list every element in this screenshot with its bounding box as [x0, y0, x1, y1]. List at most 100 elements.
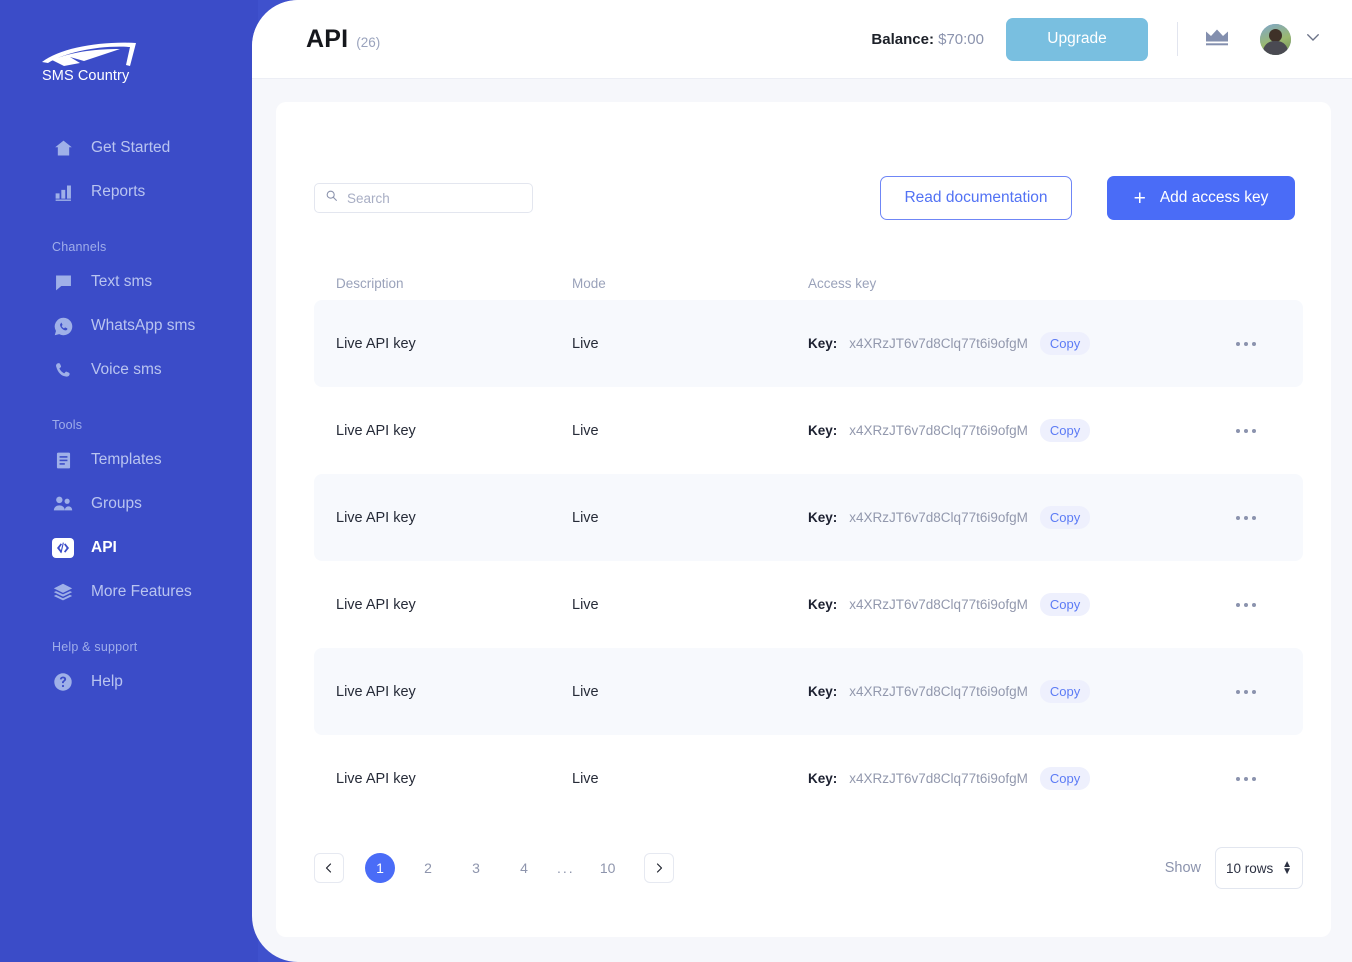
toolbar: Read documentation + Add access key [314, 176, 1295, 220]
sidebar-item-groups[interactable]: Groups [0, 482, 244, 526]
user-avatar[interactable] [1260, 23, 1291, 55]
balance-label: Balance: [871, 30, 934, 48]
plus-icon: + [1133, 186, 1146, 210]
cell-access-key: Key: x4XRzJT6v7d8Clq77t6i9ofgM Copy [808, 767, 1211, 790]
table-row[interactable]: Live API key Live Key: x4XRzJT6v7d8Clq77… [314, 474, 1303, 561]
pagination-page-3[interactable]: 3 [461, 853, 491, 883]
sidebar-item-voice-sms[interactable]: Voice sms [0, 348, 244, 392]
cell-access-key: Key: x4XRzJT6v7d8Clq77t6i9ofgM Copy [808, 506, 1211, 529]
row-actions [1211, 771, 1281, 787]
people-icon [52, 493, 74, 515]
table-row[interactable]: Live API key Live Key: x4XRzJT6v7d8Clq77… [314, 561, 1303, 648]
sidebar-item-api[interactable]: API [0, 526, 244, 570]
ellipsis-icon[interactable] [1230, 597, 1262, 613]
pagination-page-2[interactable]: 2 [413, 853, 443, 883]
sidebar-label: Groups [91, 495, 142, 512]
key-value: x4XRzJT6v7d8Clq77t6i9ofgM [849, 510, 1028, 525]
balance-value: $70:00 [938, 30, 984, 48]
layers-icon [52, 581, 74, 603]
cell-access-key: Key: x4XRzJT6v7d8Clq77t6i9ofgM Copy [808, 680, 1211, 703]
sidebar-item-more-features[interactable]: More Features [0, 570, 244, 614]
rows-per-page-value: 10 rows [1226, 860, 1274, 876]
search-box[interactable] [314, 183, 533, 213]
chevron-right-icon [656, 863, 662, 873]
pagination-ellipsis: ... [557, 860, 575, 876]
sidebar-label: Voice sms [91, 361, 162, 378]
phone-icon [52, 359, 74, 381]
row-actions [1211, 684, 1281, 700]
ellipsis-icon[interactable] [1230, 684, 1262, 700]
search-input[interactable] [347, 190, 524, 206]
crown-icon[interactable] [1204, 27, 1230, 52]
cell-access-key: Key: x4XRzJT6v7d8Clq77t6i9ofgM Copy [808, 593, 1211, 616]
cell-mode: Live [572, 770, 599, 787]
table-header-row: Description Mode Access key [314, 266, 1303, 300]
read-documentation-button[interactable]: Read documentation [880, 176, 1072, 220]
row-actions [1211, 597, 1281, 613]
document-icon [52, 449, 74, 471]
cell-description: Live API key [336, 770, 416, 787]
sidebar-item-reports[interactable]: Reports [0, 170, 244, 214]
sidebar-item-templates[interactable]: Templates [0, 438, 244, 482]
code-brackets-icon [52, 537, 74, 559]
sidebar-item-get-started[interactable]: Get Started [0, 126, 244, 170]
ellipsis-icon[interactable] [1230, 771, 1262, 787]
sidebar-item-whatsapp-sms[interactable]: WhatsApp sms [0, 304, 244, 348]
chevron-down-icon[interactable] [1304, 28, 1322, 51]
column-header-description: Description [336, 275, 404, 291]
table-row[interactable]: Live API key Live Key: x4XRzJT6v7d8Clq77… [314, 387, 1303, 474]
brand-logo[interactable]: SMS Country [40, 40, 150, 92]
pagination: 1 2 3 4 ... 10 [314, 853, 674, 883]
pagination-page-4[interactable]: 4 [509, 853, 539, 883]
copy-key-button[interactable]: Copy [1039, 419, 1091, 442]
pagination-page-10[interactable]: 10 [593, 853, 623, 883]
rows-per-page-select[interactable]: 10 rows ▲ ▼ [1215, 847, 1303, 889]
cell-description: Live API key [336, 422, 416, 439]
key-prefix-label: Key: [808, 336, 838, 351]
cell-description: Live API key [336, 596, 416, 613]
upgrade-button[interactable]: Upgrade [1006, 17, 1148, 61]
cell-mode: Live [572, 683, 599, 700]
ellipsis-icon[interactable] [1230, 423, 1262, 439]
show-label: Show [1164, 860, 1201, 876]
copy-key-button[interactable]: Copy [1039, 767, 1091, 790]
row-actions [1211, 336, 1281, 352]
pagination-next-button[interactable] [643, 853, 674, 883]
chevron-left-icon [325, 863, 332, 873]
row-actions [1211, 423, 1281, 439]
brand-name: SMS Country [42, 68, 130, 84]
copy-key-button[interactable]: Copy [1039, 680, 1091, 703]
add-access-key-label: Add access key [1159, 189, 1269, 206]
api-keys-table: Description Mode Access key Live API key… [314, 266, 1303, 822]
pagination-prev-button[interactable] [314, 853, 344, 883]
cell-mode: Live [572, 335, 599, 352]
page-item-count: (26) [356, 34, 381, 50]
sidebar-item-help[interactable]: Help [0, 660, 244, 704]
cell-access-key: Key: x4XRzJT6v7d8Clq77t6i9ofgM Copy [808, 419, 1211, 442]
ellipsis-icon[interactable] [1230, 336, 1262, 352]
add-access-key-button[interactable]: + Add access key [1107, 176, 1295, 220]
table-row[interactable]: Live API key Live Key: x4XRzJT6v7d8Clq77… [314, 735, 1303, 822]
copy-key-button[interactable]: Copy [1039, 332, 1091, 355]
sidebar-label: Get Started [91, 139, 171, 156]
sidebar-label: WhatsApp sms [91, 317, 196, 334]
cell-mode: Live [572, 509, 599, 526]
cell-description: Live API key [336, 509, 416, 526]
sidebar-item-text-sms[interactable]: Text sms [0, 260, 244, 304]
column-header-access-key: Access key [808, 275, 877, 291]
up-down-stepper-icon[interactable]: ▲ ▼ [1282, 860, 1292, 877]
key-prefix-label: Key: [808, 771, 838, 786]
table-row[interactable]: Live API key Live Key: x4XRzJT6v7d8Clq77… [314, 300, 1303, 387]
sidebar-section-channels: Channels [52, 240, 107, 254]
ellipsis-icon[interactable] [1230, 510, 1262, 526]
table-row[interactable]: Live API key Live Key: x4XRzJT6v7d8Clq77… [314, 648, 1303, 735]
cell-access-key: Key: x4XRzJT6v7d8Clq77t6i9ofgM Copy [808, 332, 1211, 355]
copy-key-button[interactable]: Copy [1039, 593, 1091, 616]
api-keys-card: Read documentation + Add access key Desc… [276, 102, 1331, 937]
sidebar-label: API [91, 539, 117, 556]
sidebar-section-help-support: Help & support [52, 640, 138, 654]
copy-key-button[interactable]: Copy [1039, 506, 1091, 529]
divider [1177, 22, 1178, 56]
pagination-page-1[interactable]: 1 [365, 853, 395, 883]
top-bar-right: Balance: $70:00 Upgrade [871, 17, 1322, 61]
